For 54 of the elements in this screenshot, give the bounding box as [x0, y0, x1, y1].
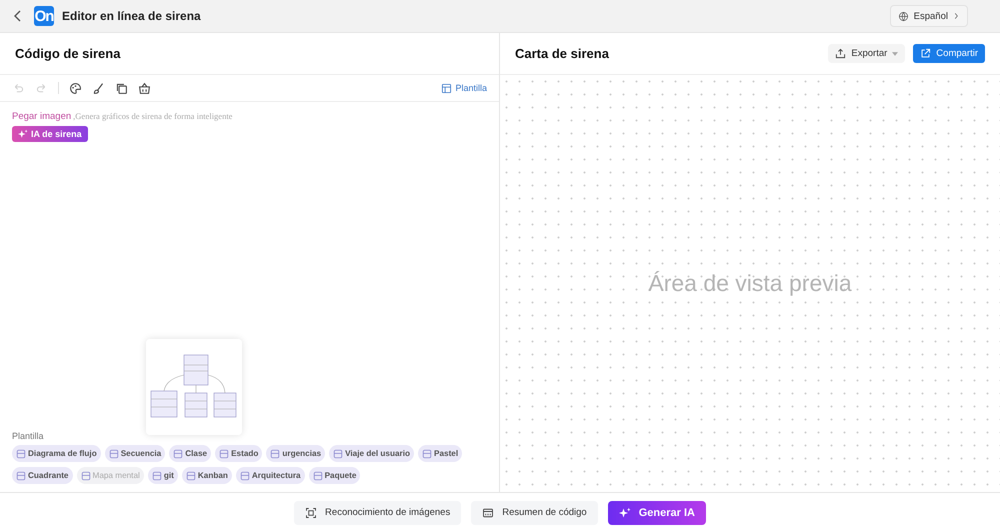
basket-icon[interactable]: [138, 82, 151, 94]
layout-icon: [441, 82, 452, 94]
template-icon: [152, 470, 162, 480]
template-chip[interactable]: Viaje del usuario: [329, 445, 414, 462]
template-icon: [173, 448, 184, 458]
language-button[interactable]: Español: [890, 5, 968, 27]
palette-icon[interactable]: [69, 82, 82, 94]
template-chip[interactable]: Diagrama de flujo: [12, 445, 101, 462]
template-icon: [16, 448, 26, 458]
template-icon: [422, 448, 432, 458]
template-icon: [186, 470, 196, 480]
section-label: Plantilla: [12, 431, 45, 441]
template-icon: [333, 448, 344, 458]
template-chip[interactable]: urgencias: [266, 445, 326, 462]
template-chip[interactable]: git: [148, 467, 178, 484]
template-chip[interactable]: Secuencia: [104, 445, 166, 462]
sparkle-icon: [618, 506, 631, 518]
template-chip[interactable]: Pastel: [418, 445, 462, 462]
template-icon: [16, 470, 26, 480]
template-chip[interactable]: Clase: [169, 445, 212, 462]
template-icon: [270, 448, 280, 458]
export-button[interactable]: Exportar: [828, 44, 906, 63]
code-summary-button[interactable]: Resumen de código: [471, 500, 598, 524]
caret-icon: [892, 52, 898, 56]
globe-icon: [898, 10, 909, 22]
template-chip[interactable]: Paquete: [308, 467, 360, 484]
template-icon: [108, 448, 119, 458]
panel-title: Carta de sirena: [515, 46, 609, 61]
image-recognition-button[interactable]: Reconocimiento de imágenes: [294, 500, 462, 524]
template-icon: [80, 470, 90, 480]
brush-icon[interactable]: [92, 82, 105, 94]
template-button[interactable]: Plantilla: [441, 82, 487, 94]
app-title: Editor en línea de sirena: [62, 9, 201, 23]
template-icon: [312, 470, 323, 480]
template-chip[interactable]: Estado: [215, 445, 262, 462]
template-icon: [219, 448, 230, 458]
template-chip[interactable]: Cuadrante: [12, 467, 72, 484]
panel-title: Código de sirena: [15, 46, 120, 61]
template-chip[interactable]: Kanban: [182, 467, 232, 484]
copy-icon[interactable]: [115, 82, 128, 94]
template-chip[interactable]: Arquitectura: [236, 467, 305, 484]
panel-icon: [482, 506, 494, 518]
scan-icon: [305, 506, 318, 518]
sparkle-icon: [18, 129, 28, 139]
app-logo: On: [34, 6, 54, 26]
template-icon: [240, 470, 250, 480]
empty-preview-message: Área de vista previa: [648, 270, 852, 297]
share-icon: [920, 48, 932, 59]
editor-hint: Pegar imagen ,Genera gráficos de sirena de forma inteligente: [12, 111, 234, 122]
upload-icon: [835, 48, 846, 59]
generate-button[interactable]: Generar IA: [608, 500, 706, 524]
share-button[interactable]: Compartir: [913, 44, 985, 63]
chevron-right-icon: [953, 11, 960, 21]
ai-badge[interactable]: IA de sirena: [12, 126, 88, 142]
